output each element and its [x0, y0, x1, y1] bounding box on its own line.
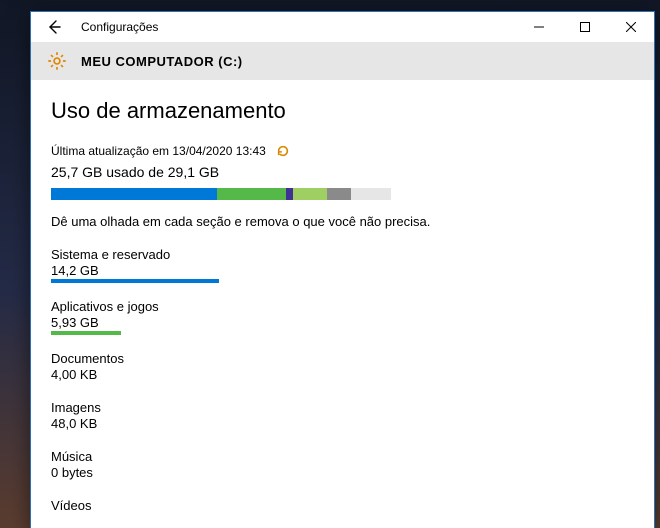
desktop-background: FLORIANÓPOLIS Configurações	[0, 0, 660, 528]
window-title: Configurações	[81, 20, 158, 34]
usage-bar-segment	[293, 188, 327, 200]
category-name: Música	[51, 449, 634, 464]
category-item[interactable]: Vídeos	[51, 498, 634, 513]
category-bar-fill	[51, 331, 121, 335]
arrow-left-icon	[46, 19, 62, 35]
drive-label: MEU COMPUTADOR (C:)	[81, 54, 243, 69]
settings-window: Configurações	[30, 11, 655, 528]
usage-summary: 25,7 GB usado de 29,1 GB	[51, 164, 634, 180]
close-icon	[626, 22, 636, 32]
maximize-icon	[580, 22, 590, 32]
last-updated-label: Última atualização em 13/04/2020 13:43	[51, 144, 266, 158]
category-size: 0 bytes	[51, 465, 634, 480]
content-area: Uso de armazenamento Última atualização …	[31, 80, 654, 528]
gear-icon	[45, 49, 69, 73]
category-name: Sistema e reservado	[51, 247, 634, 262]
usage-bar	[51, 188, 391, 200]
window-titlebar: Configurações	[31, 12, 654, 42]
category-list: Sistema e reservado14,2 GB Aplicativos e …	[51, 247, 634, 513]
category-item[interactable]: Documentos4,00 KB	[51, 351, 634, 382]
refresh-icon	[276, 144, 290, 158]
category-bar	[51, 280, 391, 281]
hint-text: Dê uma olhada em cada seção e remova o q…	[51, 214, 634, 229]
category-size: 48,0 KB	[51, 416, 634, 431]
minimize-icon	[534, 22, 544, 32]
category-item[interactable]: Sistema e reservado14,2 GB	[51, 247, 634, 281]
category-size: 14,2 GB	[51, 263, 634, 278]
usage-bar-segment	[51, 188, 217, 200]
category-bar-fill	[51, 279, 219, 283]
maximize-button[interactable]	[562, 12, 608, 42]
category-size: 4,00 KB	[51, 367, 634, 382]
category-size: 5,93 GB	[51, 315, 634, 330]
category-item[interactable]: Música0 bytes	[51, 449, 634, 480]
category-bar	[51, 332, 391, 333]
usage-bar-segment	[327, 188, 351, 200]
minimize-button[interactable]	[516, 12, 562, 42]
last-updated-row: Última atualização em 13/04/2020 13:43	[51, 144, 634, 158]
category-name: Documentos	[51, 351, 634, 366]
category-item[interactable]: Aplicativos e jogos5,93 GB	[51, 299, 634, 333]
category-name: Aplicativos e jogos	[51, 299, 634, 314]
category-name: Vídeos	[51, 498, 634, 513]
back-button[interactable]	[31, 12, 77, 42]
usage-bar-segment	[286, 188, 293, 200]
page-title: Uso de armazenamento	[51, 98, 634, 124]
close-button[interactable]	[608, 12, 654, 42]
usage-bar-segment	[351, 188, 391, 200]
usage-bar-segment	[217, 188, 286, 200]
refresh-button[interactable]	[276, 144, 290, 158]
sub-header: MEU COMPUTADOR (C:)	[31, 42, 654, 80]
category-item[interactable]: Imagens48,0 KB	[51, 400, 634, 431]
category-name: Imagens	[51, 400, 634, 415]
